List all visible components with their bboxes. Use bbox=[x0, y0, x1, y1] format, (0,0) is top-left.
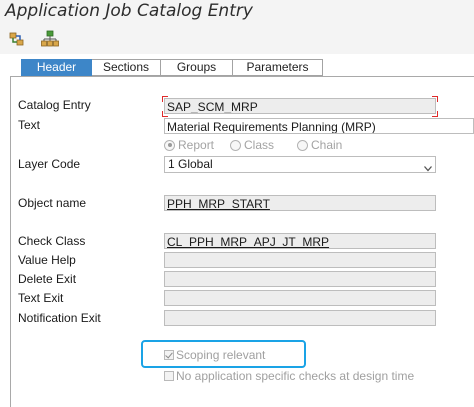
text-exit-field[interactable] bbox=[164, 290, 436, 306]
catalog-entry-field[interactable]: SAP_SCM_MRP bbox=[164, 98, 436, 114]
title-bar: Application Job Catalog Entry bbox=[0, 0, 474, 24]
scoping-relevant-check[interactable] bbox=[164, 350, 174, 360]
value-help-label: Value Help bbox=[18, 253, 76, 267]
no-app-checks-check[interactable] bbox=[164, 371, 174, 381]
tab-strip: Header Sections Groups Parameters bbox=[21, 59, 323, 76]
value-help-field[interactable] bbox=[164, 252, 436, 268]
scoping-relevant-checkbox[interactable]: Scoping relevant bbox=[164, 348, 265, 362]
required-marker bbox=[162, 111, 168, 117]
no-app-checks-label: No application specific checks at design… bbox=[176, 369, 415, 383]
display-change-button[interactable] bbox=[7, 29, 29, 51]
required-marker bbox=[162, 96, 168, 102]
object-name-label: Object name bbox=[18, 196, 87, 210]
hierarchy-icon bbox=[40, 29, 62, 49]
layer-code-label: Layer Code bbox=[18, 157, 81, 171]
radio-class[interactable]: Class bbox=[230, 138, 274, 152]
object-name-field[interactable]: PPH_MRP_START bbox=[164, 195, 436, 211]
delete-exit-field[interactable] bbox=[164, 271, 436, 287]
radio-chain-button[interactable] bbox=[297, 139, 308, 151]
tab-header[interactable]: Header bbox=[21, 59, 92, 76]
radio-report-label: Report bbox=[178, 138, 215, 152]
scoping-relevant-label: Scoping relevant bbox=[176, 348, 266, 362]
delete-exit-label: Delete Exit bbox=[18, 272, 77, 286]
layer-code-value: 1 Global bbox=[168, 157, 213, 171]
tab-sections[interactable]: Sections bbox=[92, 59, 161, 76]
text-exit-label: Text Exit bbox=[18, 291, 64, 305]
radio-report-button[interactable] bbox=[164, 139, 175, 151]
catalog-entry-label: Catalog Entry bbox=[18, 98, 91, 112]
radio-chain[interactable]: Chain bbox=[297, 138, 342, 152]
radio-class-button[interactable] bbox=[230, 139, 241, 151]
tab-parameters[interactable]: Parameters bbox=[233, 59, 323, 76]
required-marker bbox=[432, 111, 438, 117]
text-label: Text bbox=[18, 118, 41, 132]
radio-chain-label: Chain bbox=[311, 138, 343, 152]
notification-exit-label: Notification Exit bbox=[18, 311, 101, 325]
display-change-icon bbox=[7, 29, 29, 49]
no-app-checks-checkbox[interactable]: No application specific checks at design… bbox=[164, 369, 414, 383]
notification-exit-field[interactable] bbox=[164, 310, 436, 326]
check-class-label: Check Class bbox=[18, 234, 86, 248]
radio-class-label: Class bbox=[244, 138, 275, 152]
toolbar bbox=[0, 24, 474, 54]
text-field[interactable]: Material Requirements Planning (MRP) bbox=[164, 118, 474, 134]
chevron-down-icon bbox=[424, 161, 432, 172]
window-title: Application Job Catalog Entry bbox=[5, 1, 253, 21]
tab-groups[interactable]: Groups bbox=[161, 59, 233, 76]
required-marker bbox=[432, 96, 438, 102]
check-class-field[interactable]: CL_PPH_MRP_APJ_JT_MRP bbox=[164, 233, 436, 249]
radio-report[interactable]: Report bbox=[164, 138, 214, 152]
hierarchy-button[interactable] bbox=[40, 29, 62, 51]
layer-code-dropdown[interactable]: 1 Global bbox=[164, 156, 436, 173]
